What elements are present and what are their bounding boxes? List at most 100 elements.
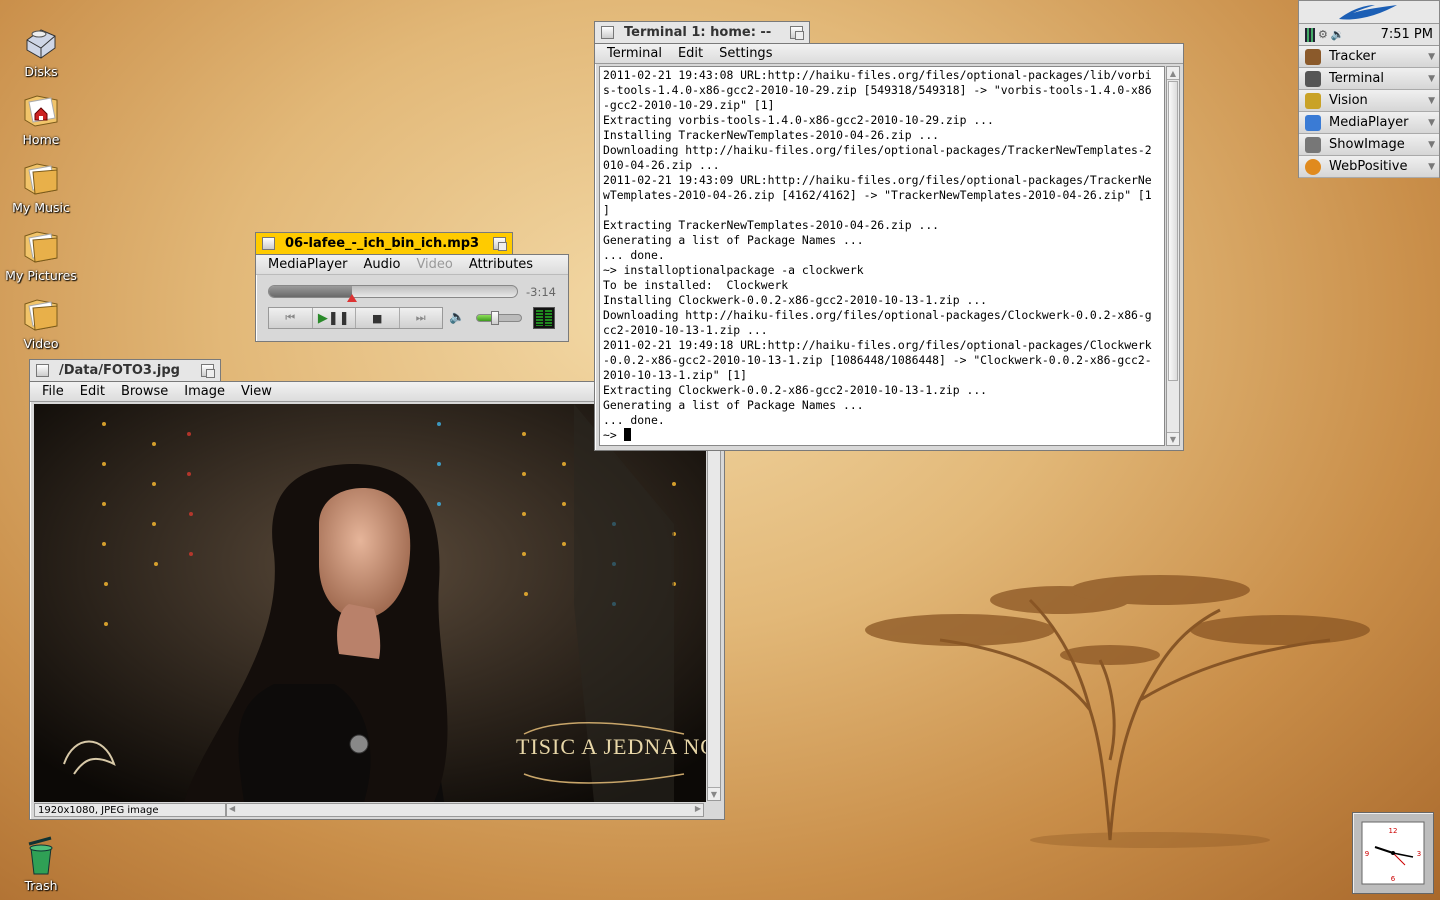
volume-handle[interactable] (491, 311, 500, 325)
seek-slider[interactable] (268, 285, 518, 302)
showimage-window-tab[interactable]: /Data/FOTO3.jpg (29, 359, 221, 381)
terminal-prompt-line[interactable]: ~> (603, 428, 1161, 443)
menu-view[interactable]: View (233, 384, 280, 399)
deskbar-app-showimage[interactable]: ShowImage ▼ (1299, 134, 1439, 156)
network-icon[interactable]: ⚙ (1318, 28, 1328, 41)
volume-tray-icon[interactable]: 🔉 (1331, 28, 1345, 41)
zoom-box-icon[interactable] (493, 237, 507, 251)
desktop-icon-video[interactable]: Video (1, 294, 81, 351)
scroll-right-icon[interactable]: ▶ (695, 804, 701, 813)
deskbar-app-terminal[interactable]: Terminal ▼ (1299, 68, 1439, 90)
menu-image[interactable]: Image (176, 384, 233, 399)
deskbar: ⚙ 🔉 7:51 PM Tracker ▼ Terminal ▼ Vision … (1298, 0, 1440, 178)
menu-file[interactable]: File (34, 384, 72, 399)
scroll-thumb[interactable] (1168, 81, 1178, 381)
app-label: WebPositive (1329, 159, 1408, 174)
terminal-output[interactable]: 2011-02-21 19:43:08 URL:http://haiku-fil… (599, 66, 1165, 446)
scroll-down-icon[interactable]: ▼ (1167, 432, 1179, 445)
speaker-icon[interactable]: 🔈 (449, 310, 465, 325)
svg-text:9: 9 (1365, 850, 1369, 858)
time-remaining: -3:14 (526, 285, 556, 299)
photo-content: TISIC A JEDNA NOC (34, 404, 706, 802)
deskbar-app-tracker[interactable]: Tracker ▼ (1299, 46, 1439, 68)
play-pause-button[interactable]: ▶ ❚❚ (313, 308, 356, 328)
zoom-box-icon[interactable] (790, 26, 804, 40)
zoom-box-icon[interactable] (201, 364, 215, 378)
menu-terminal[interactable]: Terminal (599, 46, 670, 61)
volume-slider[interactable] (476, 311, 522, 325)
terminal-line: Installing Clockwerk-0.0.2-x86-gcc2-2010… (603, 293, 988, 307)
desktop-icon-label: Home (22, 132, 60, 147)
desktop-icon-home[interactable]: Home (1, 90, 81, 147)
deskbar-app-webpositive[interactable]: WebPositive ▼ (1299, 156, 1439, 178)
expand-arrow-icon[interactable]: ▼ (1428, 140, 1435, 150)
skip-back-icon[interactable]: ⏮ (269, 308, 313, 328)
mediaplayer-icon (1305, 114, 1321, 131)
desktop-icon-trash[interactable]: Trash (1, 836, 81, 893)
terminal-line: 2011-02-21 19:43:08 URL:http://haiku-fil… (603, 68, 1152, 82)
disks-icon (26, 29, 56, 59)
terminal-line: ] (603, 203, 610, 217)
deskbar-app-vision[interactable]: Vision ▼ (1299, 90, 1439, 112)
folder-icon (24, 299, 58, 331)
vision-icon (1305, 92, 1321, 109)
scroll-up-icon[interactable]: ▲ (1167, 67, 1179, 80)
mediaplayer-window-tab[interactable]: 06-lafee_-_ich_bin_ich.mp3 (255, 232, 513, 254)
desktop-icon-label: My Music (12, 200, 70, 215)
vertical-scrollbar[interactable]: ▲ ▼ (1166, 66, 1180, 446)
menu-attributes[interactable]: Attributes (461, 257, 541, 272)
menu-browse[interactable]: Browse (113, 384, 176, 399)
terminal-line: Generating a list of Package Names ... (603, 398, 864, 412)
app-label: Tracker (1329, 49, 1376, 64)
close-box-icon[interactable] (601, 26, 614, 39)
terminal-line: To be installed: Clockwerk (603, 278, 789, 292)
desktop-icon-disks[interactable]: Disks (1, 22, 81, 79)
close-box-icon[interactable] (36, 364, 49, 377)
seek-handle[interactable] (346, 294, 357, 302)
scroll-left-icon[interactable]: ◀ (229, 804, 235, 813)
terminal-line: Extracting TrackerNewTemplates-2010-04-2… (603, 218, 940, 232)
menu-mediaplayer[interactable]: MediaPlayer (260, 257, 356, 272)
terminal-line: 2010-10-13-1.zip" [1] (603, 368, 748, 382)
deskbar-menu-button[interactable] (1299, 1, 1439, 24)
close-box-icon[interactable] (262, 237, 275, 250)
terminal-line: Extracting vorbis-tools-1.4.0-x86-gcc2-2… (603, 113, 994, 127)
home-folder-icon (24, 95, 58, 127)
analog-clock-replicant[interactable]: 12 3 6 9 (1352, 812, 1434, 894)
menu-audio[interactable]: Audio (356, 257, 409, 272)
desktop-icon-label: Disks (24, 64, 58, 79)
deskbar-clock[interactable]: 7:51 PM (1381, 27, 1433, 42)
terminal-line: 2011-02-21 19:43:09 URL:http://haiku-fil… (603, 173, 1152, 187)
window-title: 06-lafee_-_ich_bin_ich.mp3 (285, 236, 480, 251)
image-view[interactable]: TISIC A JEDNA NOC (34, 404, 706, 802)
terminal-line: Downloading http://haiku-files.org/files… (603, 308, 1152, 322)
scroll-down-icon[interactable]: ▼ (708, 787, 720, 800)
window-title: /Data/FOTO3.jpg (59, 363, 180, 378)
desktop-icon-my-music[interactable]: My Music (1, 158, 81, 215)
horizontal-scrollbar[interactable]: ◀ ▶ (226, 803, 704, 817)
svg-text:12: 12 (1389, 827, 1398, 835)
menu-bar: MediaPlayer Audio Video Attributes (256, 255, 568, 275)
menu-video[interactable]: Video (408, 257, 460, 272)
expand-arrow-icon[interactable]: ▼ (1428, 96, 1435, 106)
deskbar-app-mediaplayer[interactable]: MediaPlayer ▼ (1299, 112, 1439, 134)
desktop-icon-my-pictures[interactable]: My Pictures (1, 226, 81, 283)
terminal-line: 010-04-26.zip ... (603, 158, 720, 172)
terminal-line: -gcc2-2010-10-29.zip" [1] (603, 98, 775, 112)
menu-edit[interactable]: Edit (670, 46, 711, 61)
expand-arrow-icon[interactable]: ▼ (1428, 52, 1435, 62)
skip-forward-icon[interactable]: ⏭ (400, 308, 443, 328)
vertical-scrollbar[interactable]: ▲ ▼ (707, 404, 721, 801)
system-tray: ⚙ 🔉 7:51 PM (1299, 24, 1439, 46)
terminal-icon (1305, 70, 1321, 87)
expand-arrow-icon[interactable]: ▼ (1428, 118, 1435, 128)
menu-settings[interactable]: Settings (711, 46, 780, 61)
expand-arrow-icon[interactable]: ▼ (1428, 162, 1435, 172)
mediaplayer-window: MediaPlayer Audio Video Attributes -3:14… (255, 254, 569, 342)
menu-edit[interactable]: Edit (72, 384, 113, 399)
stop-icon[interactable]: ■ (356, 308, 400, 328)
cpu-monitor-icon[interactable] (1305, 27, 1315, 42)
menu-bar: Terminal Edit Settings (595, 44, 1183, 64)
expand-arrow-icon[interactable]: ▼ (1428, 74, 1435, 84)
terminal-window-tab[interactable]: Terminal 1: home: -- (594, 21, 810, 43)
